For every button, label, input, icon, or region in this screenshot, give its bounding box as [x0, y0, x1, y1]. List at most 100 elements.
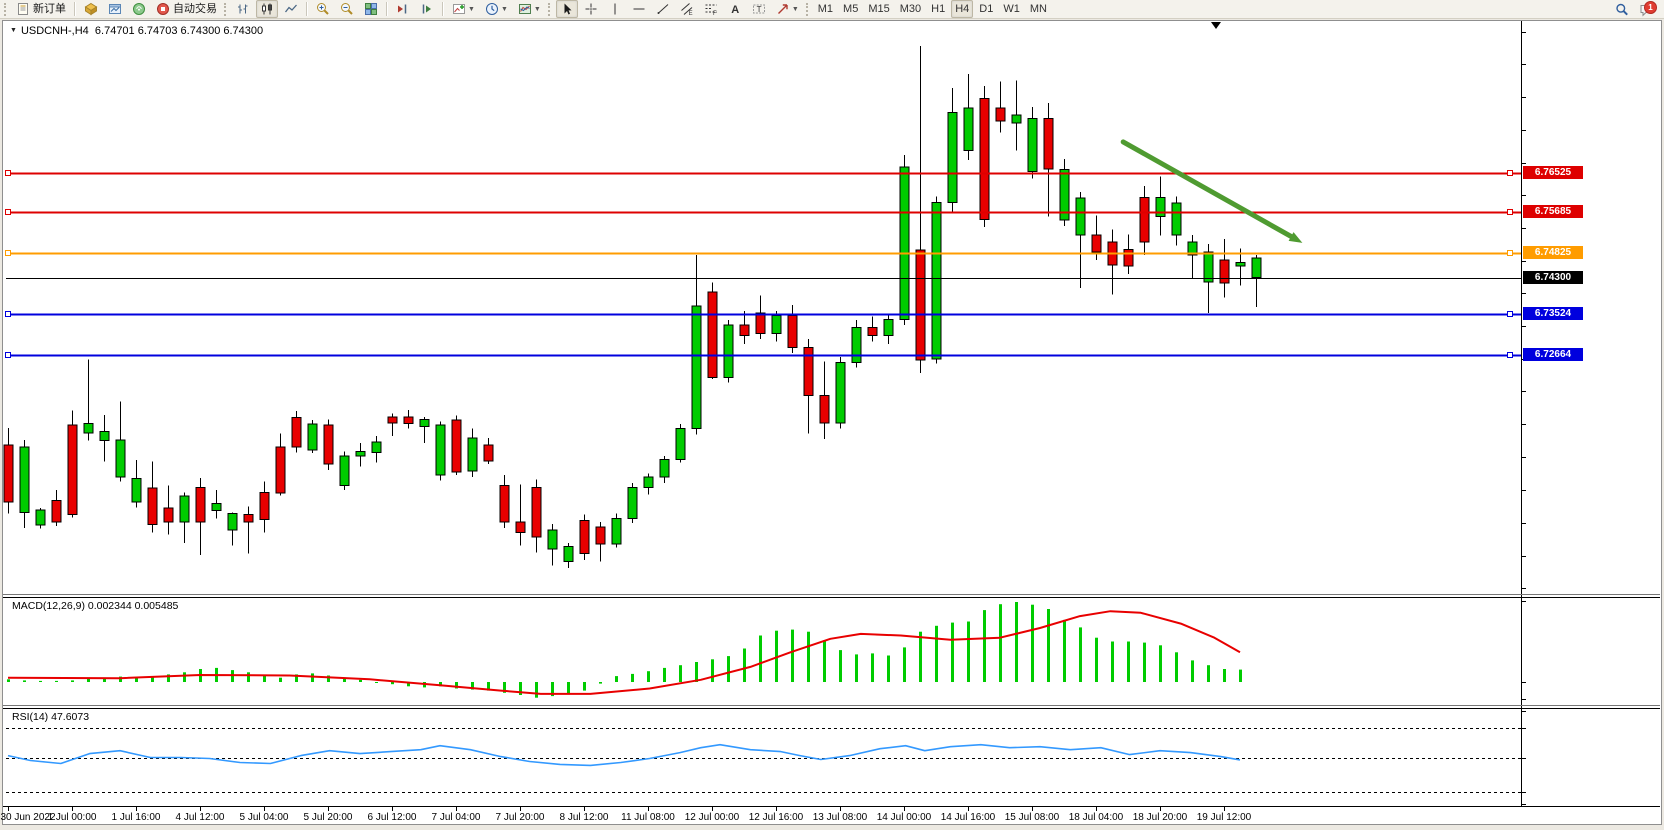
candlestick-button[interactable]	[256, 0, 278, 18]
timeframe-d1-button[interactable]: D1	[975, 0, 997, 18]
tile-windows-button[interactable]	[360, 0, 382, 18]
timeframe-m1-button-label: M1	[818, 1, 833, 17]
macd-histogram-bar	[1127, 642, 1130, 683]
timeframe-h1-button-label: H1	[931, 1, 945, 17]
timeframe-m15-button[interactable]: M15	[864, 0, 893, 18]
candle-body	[372, 442, 381, 452]
candle-body	[308, 424, 317, 450]
trendline-button[interactable]	[652, 0, 674, 18]
timeframe-m30-button[interactable]: M30	[896, 0, 925, 18]
timeframe-mn-button[interactable]: MN	[1026, 0, 1051, 18]
toolbar-drag-handle[interactable]	[4, 3, 8, 16]
navigator-button[interactable]	[128, 0, 150, 18]
periods-button[interactable]: ▼	[481, 0, 512, 18]
candle-body	[228, 514, 237, 531]
price-level-badge: 6.74300	[1523, 271, 1583, 284]
chevron-down-icon[interactable]: ▼	[10, 27, 17, 34]
zoom-out-button[interactable]	[336, 0, 358, 18]
channel-button[interactable]: E	[676, 0, 698, 18]
timeframe-h4-button[interactable]: H4	[951, 0, 973, 18]
macd-histogram-bar	[711, 659, 714, 682]
toolbar-separator	[386, 2, 388, 16]
data-window-button[interactable]	[104, 0, 126, 18]
chevron-down-icon: ▼	[534, 6, 541, 13]
text-icon: A	[728, 2, 742, 16]
timeframe-m5-button[interactable]: M5	[839, 0, 862, 18]
chevron-down-icon: ▼	[501, 6, 508, 13]
indicators-button[interactable]: ▼	[448, 0, 479, 18]
time-axis-label: 12 Jul 00:00	[685, 812, 740, 823]
chart-shift-button[interactable]	[416, 0, 438, 18]
candle-body	[948, 113, 957, 203]
zoom-out-icon	[340, 2, 354, 16]
candle-body	[180, 496, 189, 522]
toolbar-drag-handle[interactable]	[224, 3, 228, 16]
fibo-icon: F	[704, 2, 718, 16]
hline-button[interactable]	[628, 0, 650, 18]
candle-body	[356, 451, 365, 456]
candle-body	[532, 488, 541, 538]
timeframe-h4-button-label: H4	[955, 1, 969, 17]
macd-histogram-bar	[1143, 643, 1146, 682]
notifications-button[interactable]: 1	[1635, 1, 1657, 19]
line-handle	[1508, 353, 1513, 358]
time-axis-label: 5 Jul 04:00	[240, 812, 289, 823]
arrows-button[interactable]: ▼	[772, 0, 803, 18]
templates-button[interactable]: ▼	[514, 0, 545, 18]
crosshair-button[interactable]	[580, 0, 602, 18]
candle-body	[340, 456, 349, 485]
macd-histogram-bar	[55, 681, 58, 682]
candle-body	[820, 396, 829, 423]
time-axis-label: 5 Jul 20:00	[304, 812, 353, 823]
autotrading-button[interactable]: 自动交易	[152, 0, 221, 18]
macd-signal-line	[8, 611, 1240, 694]
market-watch-button[interactable]	[80, 0, 102, 18]
candle-body	[1204, 252, 1213, 282]
zoom-in-button[interactable]	[312, 0, 334, 18]
timeframe-h1-button[interactable]: H1	[927, 0, 949, 18]
timeframe-mn-button-label: MN	[1030, 1, 1047, 17]
search-button[interactable]	[1611, 1, 1633, 19]
timeframe-m30-button-label: M30	[900, 1, 921, 17]
candle-body	[452, 420, 461, 472]
macd-panel[interactable]	[7, 602, 1242, 698]
vline-button[interactable]	[604, 0, 626, 18]
text-button[interactable]: A	[724, 0, 746, 18]
bar-chart-button[interactable]	[232, 0, 254, 18]
fibonacci-button[interactable]: F	[700, 0, 722, 18]
candle-body	[4, 445, 13, 502]
macd-histogram-bar	[647, 671, 650, 682]
new-order-button[interactable]: 新订单	[12, 0, 70, 18]
candle-body	[20, 447, 29, 513]
macd-histogram-bar	[71, 680, 74, 682]
chart-shift-marker[interactable]	[1211, 22, 1221, 29]
time-axis-label: 18 Jul 04:00	[1069, 812, 1124, 823]
macd-histogram-bar	[1175, 652, 1178, 682]
auto-scroll-button[interactable]	[392, 0, 414, 18]
time-axis-label: 18 Jul 20:00	[1133, 812, 1188, 823]
candle-body	[196, 488, 205, 522]
candle-body	[212, 504, 221, 511]
time-axis-label: 11 Jul 08:00	[621, 812, 675, 823]
toolbar-separator	[74, 2, 76, 16]
trendline-icon	[656, 2, 670, 16]
text-label-button[interactable]: T	[748, 0, 770, 18]
line-chart-button[interactable]	[280, 0, 302, 18]
chart-canvas[interactable]	[0, 0, 1664, 830]
candle-body	[324, 425, 333, 464]
trend-arrow[interactable]	[1123, 142, 1302, 243]
price-level-badge: 6.72664	[1523, 348, 1583, 361]
toolbar-drag-handle[interactable]	[806, 3, 810, 16]
hline-icon	[632, 2, 646, 16]
timeframe-w1-button[interactable]: W1	[999, 0, 1024, 18]
cursor-button[interactable]	[556, 0, 578, 18]
candle-body	[100, 432, 109, 441]
rsi-panel[interactable]	[6, 729, 1521, 793]
candle-body	[420, 419, 429, 426]
toolbar-drag-handle[interactable]	[548, 3, 552, 16]
candle-body	[148, 488, 157, 524]
candle-body	[852, 327, 861, 362]
timeframe-m1-button[interactable]: M1	[814, 0, 837, 18]
label-icon: T	[752, 2, 766, 16]
macd-histogram-bar	[1223, 669, 1226, 682]
